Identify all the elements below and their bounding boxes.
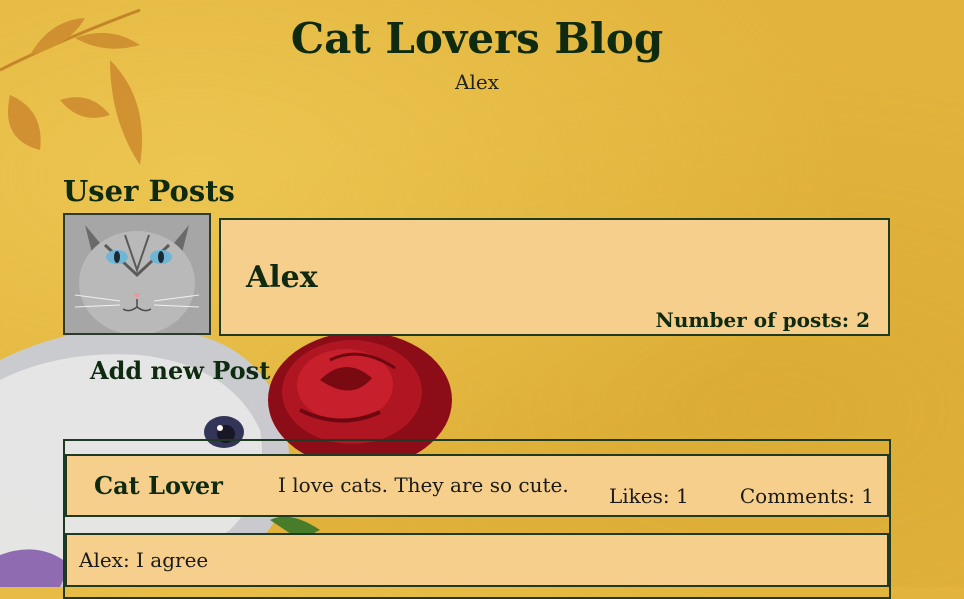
comment-item: Alex: I agree [65,533,889,587]
likes-count[interactable]: Likes: 1 [609,484,689,508]
comments-count[interactable]: Comments: 1 [740,484,874,508]
section-title: User Posts [63,174,235,208]
comment-text: Alex: I agree [79,548,209,572]
user-info-card: Alex Number of posts: 2 [219,218,890,336]
post-count: Number of posts: 2 [655,308,870,332]
user-name: Alex [246,260,318,295]
post-item[interactable]: Cat Lover I love cats. They are so cute.… [65,454,889,517]
add-new-post-link[interactable]: Add new Post [90,356,270,385]
site-title: Cat Lovers Blog [290,14,664,63]
cat-avatar-icon [65,215,209,333]
post-author: Cat Lover [94,471,223,500]
post-text: I love cats. They are so cute. [278,473,569,497]
site-subtitle: Alex [455,70,499,94]
user-avatar [63,213,211,335]
